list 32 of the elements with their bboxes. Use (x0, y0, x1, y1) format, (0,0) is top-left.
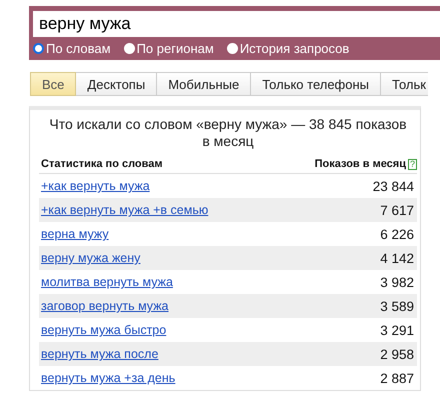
count-cell: 3 589 (380, 298, 414, 314)
radio-button[interactable] (33, 43, 44, 54)
tab[interactable]: Десктопы (76, 72, 158, 96)
tab[interactable]: Только телефоны (251, 72, 382, 96)
count-cell: 3 982 (380, 274, 414, 290)
help-icon[interactable]: ? (408, 158, 417, 170)
radio-label[interactable]: По регионам (136, 41, 214, 56)
phrase-link[interactable]: вернуть мужа быстро (41, 323, 166, 337)
count-cell: 2 887 (380, 370, 414, 386)
phrase-link[interactable]: молитва вернуть мужа (41, 275, 173, 289)
phrase-link[interactable]: верна мужу (41, 227, 109, 241)
count-cell: 2 958 (380, 346, 414, 362)
column-header: Статистика по словам (41, 158, 163, 170)
phrase-link[interactable]: +как вернуть мужа (41, 179, 150, 193)
radio-label[interactable]: По словам (46, 41, 111, 56)
phrase-link[interactable]: заговор вернуть мужа (41, 299, 169, 313)
count-cell: 3 291 (380, 322, 414, 338)
panel-title: Что искали со словом «верну мужа» — 38 845 показов в месяц (48, 115, 408, 151)
radio-label[interactable]: История запросов (240, 41, 350, 56)
count-cell: 6 226 (380, 226, 414, 242)
tab[interactable]: Все (30, 72, 76, 96)
phrase-link[interactable]: вернуть мужа +за день (41, 371, 176, 385)
count-cell: 23 844 (372, 178, 414, 194)
tab[interactable]: Тольк (381, 72, 428, 96)
search-field[interactable]: верну мужа (33, 11, 440, 37)
phrase-link[interactable]: верну мужа жену (41, 251, 140, 265)
column-header: Показов в месяц (314, 158, 406, 170)
count-cell: 7 617 (380, 202, 414, 218)
count-cell: 4 142 (380, 250, 414, 266)
phrase-link[interactable]: вернуть мужа после (41, 347, 158, 361)
phrase-link[interactable]: +как вернуть мужа +в семью (41, 203, 208, 217)
tab[interactable]: Мобильные (157, 72, 252, 96)
